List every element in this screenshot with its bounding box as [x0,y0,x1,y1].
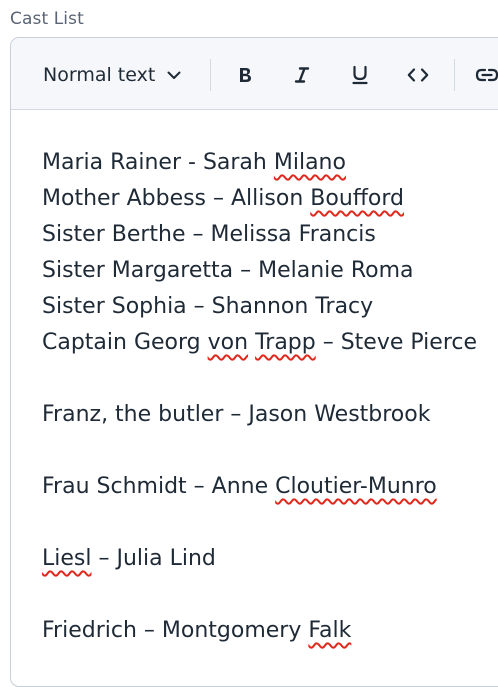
italic-button[interactable] [286,59,318,91]
code-button[interactable] [402,59,434,91]
underline-icon [351,65,369,85]
link-button[interactable] [471,59,498,91]
cast-line: Sister Berthe – Melissa Francis [42,217,498,253]
text-run: Friedrich – Montgomery [42,618,309,643]
block-format-dropdown[interactable]: Normal text [43,62,183,88]
bold-icon [237,66,253,84]
italic-icon [294,66,310,84]
cast-line: Liesl – Julia Lind [42,541,498,577]
cast-line: Captain Georg von Trapp – Steve Pierce [42,325,498,361]
rich-text-editor: Normal text Maria Rainer - Sarah Milano … [10,37,498,687]
text-run: Captain Georg [42,330,208,355]
text-run: Franz, the butler – Jason Westbrook [42,402,431,427]
misspelled-word: Boufford [310,186,405,211]
cast-line: Sister Margaretta – Melanie Roma [42,253,498,289]
field-label: Cast List [10,9,84,29]
misspelled-word: Milano [273,150,346,175]
chevron-down-icon [165,66,183,84]
misspelled-word: Liesl [42,546,92,571]
text-run: Sister Margaretta – Melanie Roma [42,258,414,283]
code-icon [407,67,429,83]
toolbar-separator [210,59,211,91]
cast-line: Maria Rainer - Sarah Milano [42,145,498,181]
cast-line: Franz, the butler – Jason Westbrook [42,397,498,433]
block-format-label: Normal text [43,64,156,86]
bold-button[interactable] [229,59,261,91]
editor-content[interactable]: Maria Rainer - Sarah Milano Mother Abbess… [42,145,498,649]
misspelled-word: Falk [308,618,352,643]
text-run: Mother Abbess – Allison [42,186,311,211]
text-run: – Julia Lind [91,546,216,571]
cast-line: Mother Abbess – Allison Boufford [42,181,498,217]
text-run: Frau Schmidt – Anne [42,474,276,499]
text-run: Sister Sophia – Shannon Tracy [42,294,374,319]
text-run [248,330,255,355]
cast-line: Friedrich – Montgomery Falk [42,613,498,649]
underline-button[interactable] [344,59,376,91]
text-run: Maria Rainer - Sarah [42,150,274,175]
text-run: Sister Berthe – Melissa Francis [42,222,376,247]
misspelled-word: von [207,330,249,355]
text-run: – Steve Pierce [315,330,478,355]
toolbar-separator [454,59,455,91]
misspelled-word: Trapp [255,330,316,355]
misspelled-word: Cloutier-Munro [275,474,437,499]
editor-toolbar: Normal text [11,38,498,110]
link-icon [475,67,498,83]
cast-line: Frau Schmidt – Anne Cloutier-Munro [42,469,498,505]
cast-line: Sister Sophia – Shannon Tracy [42,289,498,325]
